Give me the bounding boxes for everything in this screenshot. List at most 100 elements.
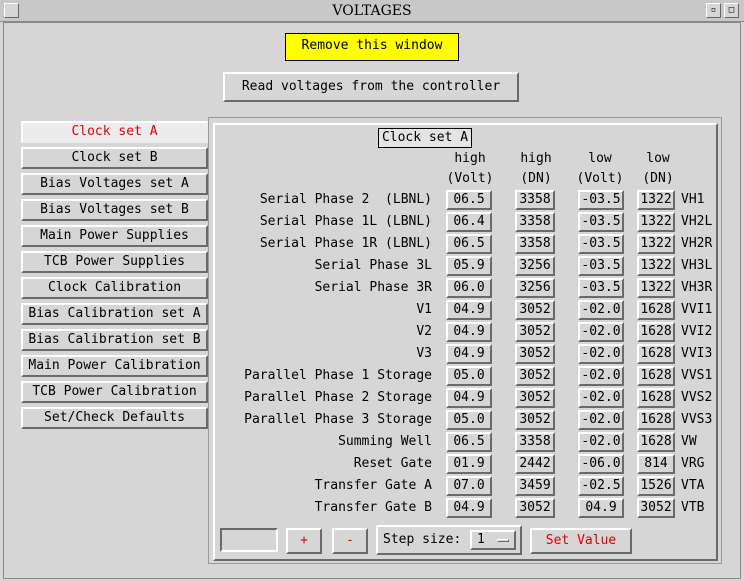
low-volt-field[interactable]: -02.0 bbox=[578, 300, 624, 320]
high-dn-field[interactable]: 3052 bbox=[515, 498, 555, 518]
low-volt-field[interactable]: 04.9 bbox=[578, 498, 624, 518]
increment-button[interactable]: + bbox=[286, 528, 322, 554]
nav-item-bias-calibration-set-b[interactable]: Bias Calibration set B bbox=[21, 329, 208, 351]
high-volt-field[interactable]: 01.9 bbox=[446, 454, 492, 474]
high-dn-field[interactable]: 3459 bbox=[515, 476, 555, 496]
high-dn-field[interactable]: 3358 bbox=[515, 212, 555, 232]
low-volt-field[interactable]: -02.0 bbox=[578, 432, 624, 452]
high-volt-field[interactable]: 04.9 bbox=[446, 300, 492, 320]
low-volt-field[interactable]: -02.0 bbox=[578, 366, 624, 386]
nav-item-bias-voltages-set-b[interactable]: Bias Voltages set B bbox=[21, 199, 208, 221]
low-dn-field[interactable]: 1322 bbox=[637, 278, 675, 298]
column-header: (Volt) bbox=[576, 171, 624, 186]
low-dn-field[interactable]: 1628 bbox=[637, 366, 675, 386]
high-dn-field[interactable]: 3256 bbox=[515, 256, 555, 276]
column-header: high bbox=[454, 151, 486, 166]
nav-item-tcb-power-supplies[interactable]: TCB Power Supplies bbox=[21, 251, 208, 273]
high-dn-field[interactable]: 3052 bbox=[515, 410, 555, 430]
row-label: Reset Gate bbox=[353, 456, 432, 471]
high-dn-field[interactable]: 3358 bbox=[515, 234, 555, 254]
nav-item-clock-set-b[interactable]: Clock set B bbox=[21, 147, 208, 169]
high-dn-field[interactable]: 3052 bbox=[515, 322, 555, 342]
high-dn-field[interactable]: 3052 bbox=[515, 344, 555, 364]
low-dn-field[interactable]: 1322 bbox=[637, 256, 675, 276]
high-dn-field[interactable]: 2442 bbox=[515, 454, 555, 474]
low-volt-field[interactable]: -02.5 bbox=[578, 476, 624, 496]
low-volt-field[interactable]: -02.0 bbox=[578, 344, 624, 364]
category-nav: Clock set A Clock set B Bias Voltages set … bbox=[18, 117, 210, 435]
high-volt-field[interactable]: 06.5 bbox=[446, 190, 492, 210]
signal-name: VVI2 bbox=[681, 324, 713, 339]
step-size-select[interactable]: 1 bbox=[470, 530, 516, 550]
high-dn-field[interactable]: 3052 bbox=[515, 388, 555, 408]
dropdown-indicator-icon bbox=[497, 539, 509, 542]
nav-item-tcb-power-calibration[interactable]: TCB Power Calibration bbox=[21, 381, 208, 403]
high-volt-field[interactable]: 06.0 bbox=[446, 278, 492, 298]
nav-item-main-power-supplies[interactable]: Main Power Supplies bbox=[21, 225, 208, 247]
high-dn-field[interactable]: 3358 bbox=[515, 432, 555, 452]
decrement-button[interactable]: - bbox=[332, 528, 368, 554]
high-volt-field[interactable]: 05.0 bbox=[446, 410, 492, 430]
nav-item-clock-calibration[interactable]: Clock Calibration bbox=[21, 277, 208, 299]
low-volt-field[interactable]: -03.5 bbox=[578, 278, 624, 298]
low-dn-field[interactable]: 1628 bbox=[637, 322, 675, 342]
high-volt-field[interactable]: 04.9 bbox=[446, 498, 492, 518]
low-volt-field[interactable]: -03.5 bbox=[578, 190, 624, 210]
low-volt-field[interactable]: -02.0 bbox=[578, 322, 624, 342]
high-volt-field[interactable]: 06.5 bbox=[446, 432, 492, 452]
signal-name: VRG bbox=[681, 456, 705, 471]
row-label: Serial Phase 1R (LBNL) bbox=[259, 236, 432, 251]
nav-item-bias-calibration-set-a[interactable]: Bias Calibration set A bbox=[21, 303, 208, 325]
low-dn-field[interactable]: 3052 bbox=[637, 498, 675, 518]
low-dn-field[interactable]: 1628 bbox=[637, 432, 675, 452]
high-dn-field[interactable]: 3358 bbox=[515, 190, 555, 210]
nav-item-set-check-defaults[interactable]: Set/Check Defaults bbox=[21, 407, 208, 429]
low-dn-field[interactable]: 1526 bbox=[637, 476, 675, 496]
row-label: Serial Phase 2 (LBNL) bbox=[259, 192, 432, 207]
high-volt-field[interactable]: 06.5 bbox=[446, 234, 492, 254]
set-value-button[interactable]: Set Value bbox=[530, 528, 632, 554]
low-volt-field[interactable]: -03.5 bbox=[578, 256, 624, 276]
low-dn-field[interactable]: 1322 bbox=[637, 212, 675, 232]
low-dn-field[interactable]: 814 bbox=[637, 454, 675, 474]
row-label: V2 bbox=[416, 324, 432, 339]
low-volt-field[interactable]: -02.0 bbox=[578, 388, 624, 408]
row-label: V3 bbox=[416, 346, 432, 361]
high-volt-field[interactable]: 06.4 bbox=[446, 212, 492, 232]
signal-name: VVS1 bbox=[681, 368, 713, 383]
high-volt-field[interactable]: 04.9 bbox=[446, 344, 492, 364]
column-header: (DN) bbox=[642, 171, 674, 186]
low-volt-field[interactable]: -03.5 bbox=[578, 234, 624, 254]
high-volt-field[interactable]: 05.9 bbox=[446, 256, 492, 276]
value-input[interactable] bbox=[220, 528, 278, 552]
low-dn-field[interactable]: 1322 bbox=[637, 190, 675, 210]
low-volt-field[interactable]: -03.5 bbox=[578, 212, 624, 232]
signal-name: VVI1 bbox=[681, 302, 713, 317]
minimize-button[interactable]: ▫ bbox=[706, 3, 721, 18]
high-volt-field[interactable]: 05.0 bbox=[446, 366, 492, 386]
column-header: (Volt) bbox=[446, 171, 494, 186]
low-dn-field[interactable]: 1322 bbox=[637, 234, 675, 254]
high-dn-field[interactable]: 3052 bbox=[515, 366, 555, 386]
read-voltages-button[interactable]: Read voltages from the controller bbox=[223, 72, 519, 102]
low-dn-field[interactable]: 1628 bbox=[637, 410, 675, 430]
remove-window-button[interactable]: Remove this window bbox=[285, 33, 459, 61]
maximize-button[interactable]: □ bbox=[724, 3, 739, 18]
nav-item-bias-voltages-set-a[interactable]: Bias Voltages set A bbox=[21, 173, 208, 195]
high-dn-field[interactable]: 3256 bbox=[515, 278, 555, 298]
low-dn-field[interactable]: 1628 bbox=[637, 344, 675, 364]
low-volt-field[interactable]: -06.0 bbox=[578, 454, 624, 474]
high-dn-field[interactable]: 3052 bbox=[515, 300, 555, 320]
low-dn-field[interactable]: 1628 bbox=[637, 388, 675, 408]
low-volt-field[interactable]: -02.0 bbox=[578, 410, 624, 430]
nav-item-main-power-calibration[interactable]: Main Power Calibration bbox=[21, 355, 208, 377]
high-volt-field[interactable]: 04.9 bbox=[446, 322, 492, 342]
high-volt-field[interactable]: 04.9 bbox=[446, 388, 492, 408]
low-dn-field[interactable]: 1628 bbox=[637, 300, 675, 320]
signal-name: VVI3 bbox=[681, 346, 713, 361]
high-volt-field[interactable]: 07.0 bbox=[446, 476, 492, 496]
column-header: low bbox=[646, 151, 670, 166]
signal-name: VVS2 bbox=[681, 390, 713, 405]
signal-name: VTB bbox=[681, 500, 705, 515]
nav-item-clock-set-a[interactable]: Clock set A bbox=[21, 121, 208, 143]
